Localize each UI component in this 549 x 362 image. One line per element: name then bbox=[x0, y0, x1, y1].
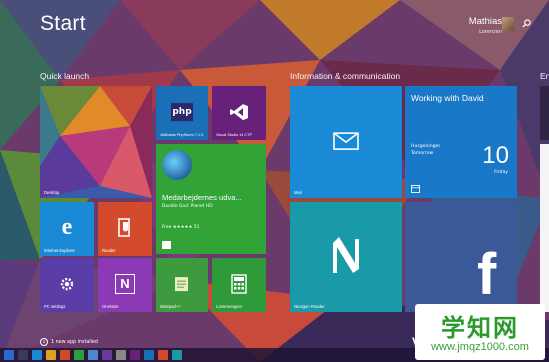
user-sub: Lorenzen bbox=[479, 29, 502, 35]
taskbar-app-icon[interactable] bbox=[102, 350, 112, 360]
tile-doodle-god[interactable]: Medarbejdernes udva... Doodle God: Plane… bbox=[156, 144, 266, 254]
avatar[interactable] bbox=[502, 17, 514, 31]
planet-icon bbox=[162, 150, 192, 180]
user-account[interactable]: Mathias Lorenzen bbox=[469, 16, 502, 35]
tile-visual-studio[interactable]: Visual Studio 14 CTP bbox=[212, 86, 266, 140]
install-note[interactable]: ↓ 1 new app installed bbox=[40, 338, 98, 346]
phpstorm-icon: php bbox=[171, 103, 193, 122]
visual-studio-icon bbox=[230, 104, 248, 121]
calendar-location: Husgeninger bbox=[411, 144, 441, 149]
tile-internet-explorer[interactable]: e Internet Explorer bbox=[40, 202, 94, 256]
tile-label: JetBrains PhpStorm 7.1.3 bbox=[160, 133, 204, 137]
calculator-icon bbox=[231, 274, 247, 294]
tile-label: Visual Studio 14 CTP bbox=[216, 133, 253, 137]
taskbar-explorer-icon[interactable] bbox=[46, 350, 56, 360]
taskbar-ie-icon[interactable] bbox=[32, 350, 42, 360]
tile-label: PC settings bbox=[44, 304, 66, 309]
news-title: Medarbejdernes udva... bbox=[162, 193, 242, 202]
phpstorm-icon-text: php bbox=[172, 107, 192, 118]
tile-label: Nextgen Reader bbox=[294, 304, 325, 309]
calendar-day-number: 10 bbox=[482, 142, 509, 169]
taskbar-app-icon[interactable] bbox=[144, 350, 154, 360]
watermark-url: www.jmqz1000.com bbox=[431, 341, 529, 353]
taskbar-app-icon[interactable] bbox=[158, 350, 168, 360]
tile-calculator[interactable]: Lommeregner bbox=[212, 258, 266, 312]
taskbar-app-icon[interactable] bbox=[74, 350, 84, 360]
taskbar-app-icon[interactable] bbox=[116, 350, 126, 360]
tile-nextgen-reader[interactable]: Nextgen Reader bbox=[290, 202, 402, 312]
tile-phpstorm[interactable]: php JetBrains PhpStorm 7.1.3 bbox=[156, 86, 208, 140]
watermark-title: 学知网 bbox=[441, 313, 519, 342]
tile-facebook[interactable]: f bbox=[405, 202, 517, 312]
calendar-icon bbox=[411, 185, 420, 193]
taskbar-vs-icon[interactable] bbox=[130, 350, 140, 360]
taskbar-search-icon[interactable] bbox=[18, 350, 28, 360]
tile-reader[interactable]: Reader bbox=[98, 202, 152, 256]
calendar-when: Tomorrow bbox=[411, 151, 434, 156]
start-title: Start bbox=[40, 12, 86, 35]
notepad-icon bbox=[175, 277, 188, 292]
tile-calendar[interactable]: Working with David Husgeninger Tomorrow … bbox=[405, 86, 517, 198]
taskbar-app-icon[interactable] bbox=[172, 350, 182, 360]
facebook-icon: f bbox=[477, 246, 496, 304]
mail-icon bbox=[333, 132, 359, 150]
news-sub: Doodle God: Planet HD bbox=[162, 204, 213, 209]
tile-label: Mail bbox=[294, 190, 302, 195]
group-label-info[interactable]: Information & communication bbox=[290, 71, 400, 81]
tile-pc-settings[interactable]: PC settings bbox=[40, 258, 94, 312]
tile-label: Notepad++ bbox=[160, 304, 181, 309]
gear-icon bbox=[60, 277, 74, 291]
tile-mail[interactable]: Mail bbox=[290, 86, 402, 198]
tile-desktop[interactable]: Desktop bbox=[40, 86, 152, 198]
facebook-glyph: f bbox=[477, 242, 497, 307]
user-name: Mathias bbox=[468, 16, 502, 27]
desktop-wallpaper-icon bbox=[40, 86, 152, 198]
tile-label: Reader bbox=[102, 248, 116, 253]
tile-onenote[interactable]: N OneNote bbox=[98, 258, 152, 312]
onenote-icon: N bbox=[115, 274, 135, 294]
calendar-event: Working with David bbox=[411, 93, 484, 103]
search-icon[interactable] bbox=[520, 19, 532, 31]
reader-icon bbox=[118, 218, 130, 237]
calendar-weekday: Friday bbox=[494, 170, 508, 175]
tile-partial[interactable] bbox=[540, 144, 549, 312]
internet-explorer-icon: e bbox=[61, 214, 73, 241]
tile-label: Lommeregner bbox=[216, 304, 243, 309]
tile-notepad-plus[interactable]: Notepad++ bbox=[156, 258, 208, 312]
tile-label: Internet Explorer bbox=[44, 248, 75, 253]
taskbar-app-icon[interactable] bbox=[88, 350, 98, 360]
news-rating: Free ★★★★★ 51 bbox=[162, 225, 200, 230]
tile-label: Desktop bbox=[44, 190, 60, 195]
tile-partial-top[interactable] bbox=[540, 86, 549, 140]
group-label-partial[interactable]: En bbox=[540, 71, 549, 81]
tile-label: OneNote bbox=[102, 304, 119, 309]
taskbar-app-icon[interactable] bbox=[60, 350, 70, 360]
store-icon bbox=[162, 241, 171, 249]
install-note-text: 1 new app installed bbox=[51, 339, 98, 345]
group-label-quick-launch[interactable]: Quick launch bbox=[40, 71, 89, 81]
nextgen-reader-icon bbox=[333, 237, 359, 273]
download-icon: ↓ bbox=[40, 338, 48, 346]
watermark: 学知网 www.jmqz1000.com bbox=[415, 304, 545, 360]
start-button-icon[interactable] bbox=[4, 350, 14, 360]
